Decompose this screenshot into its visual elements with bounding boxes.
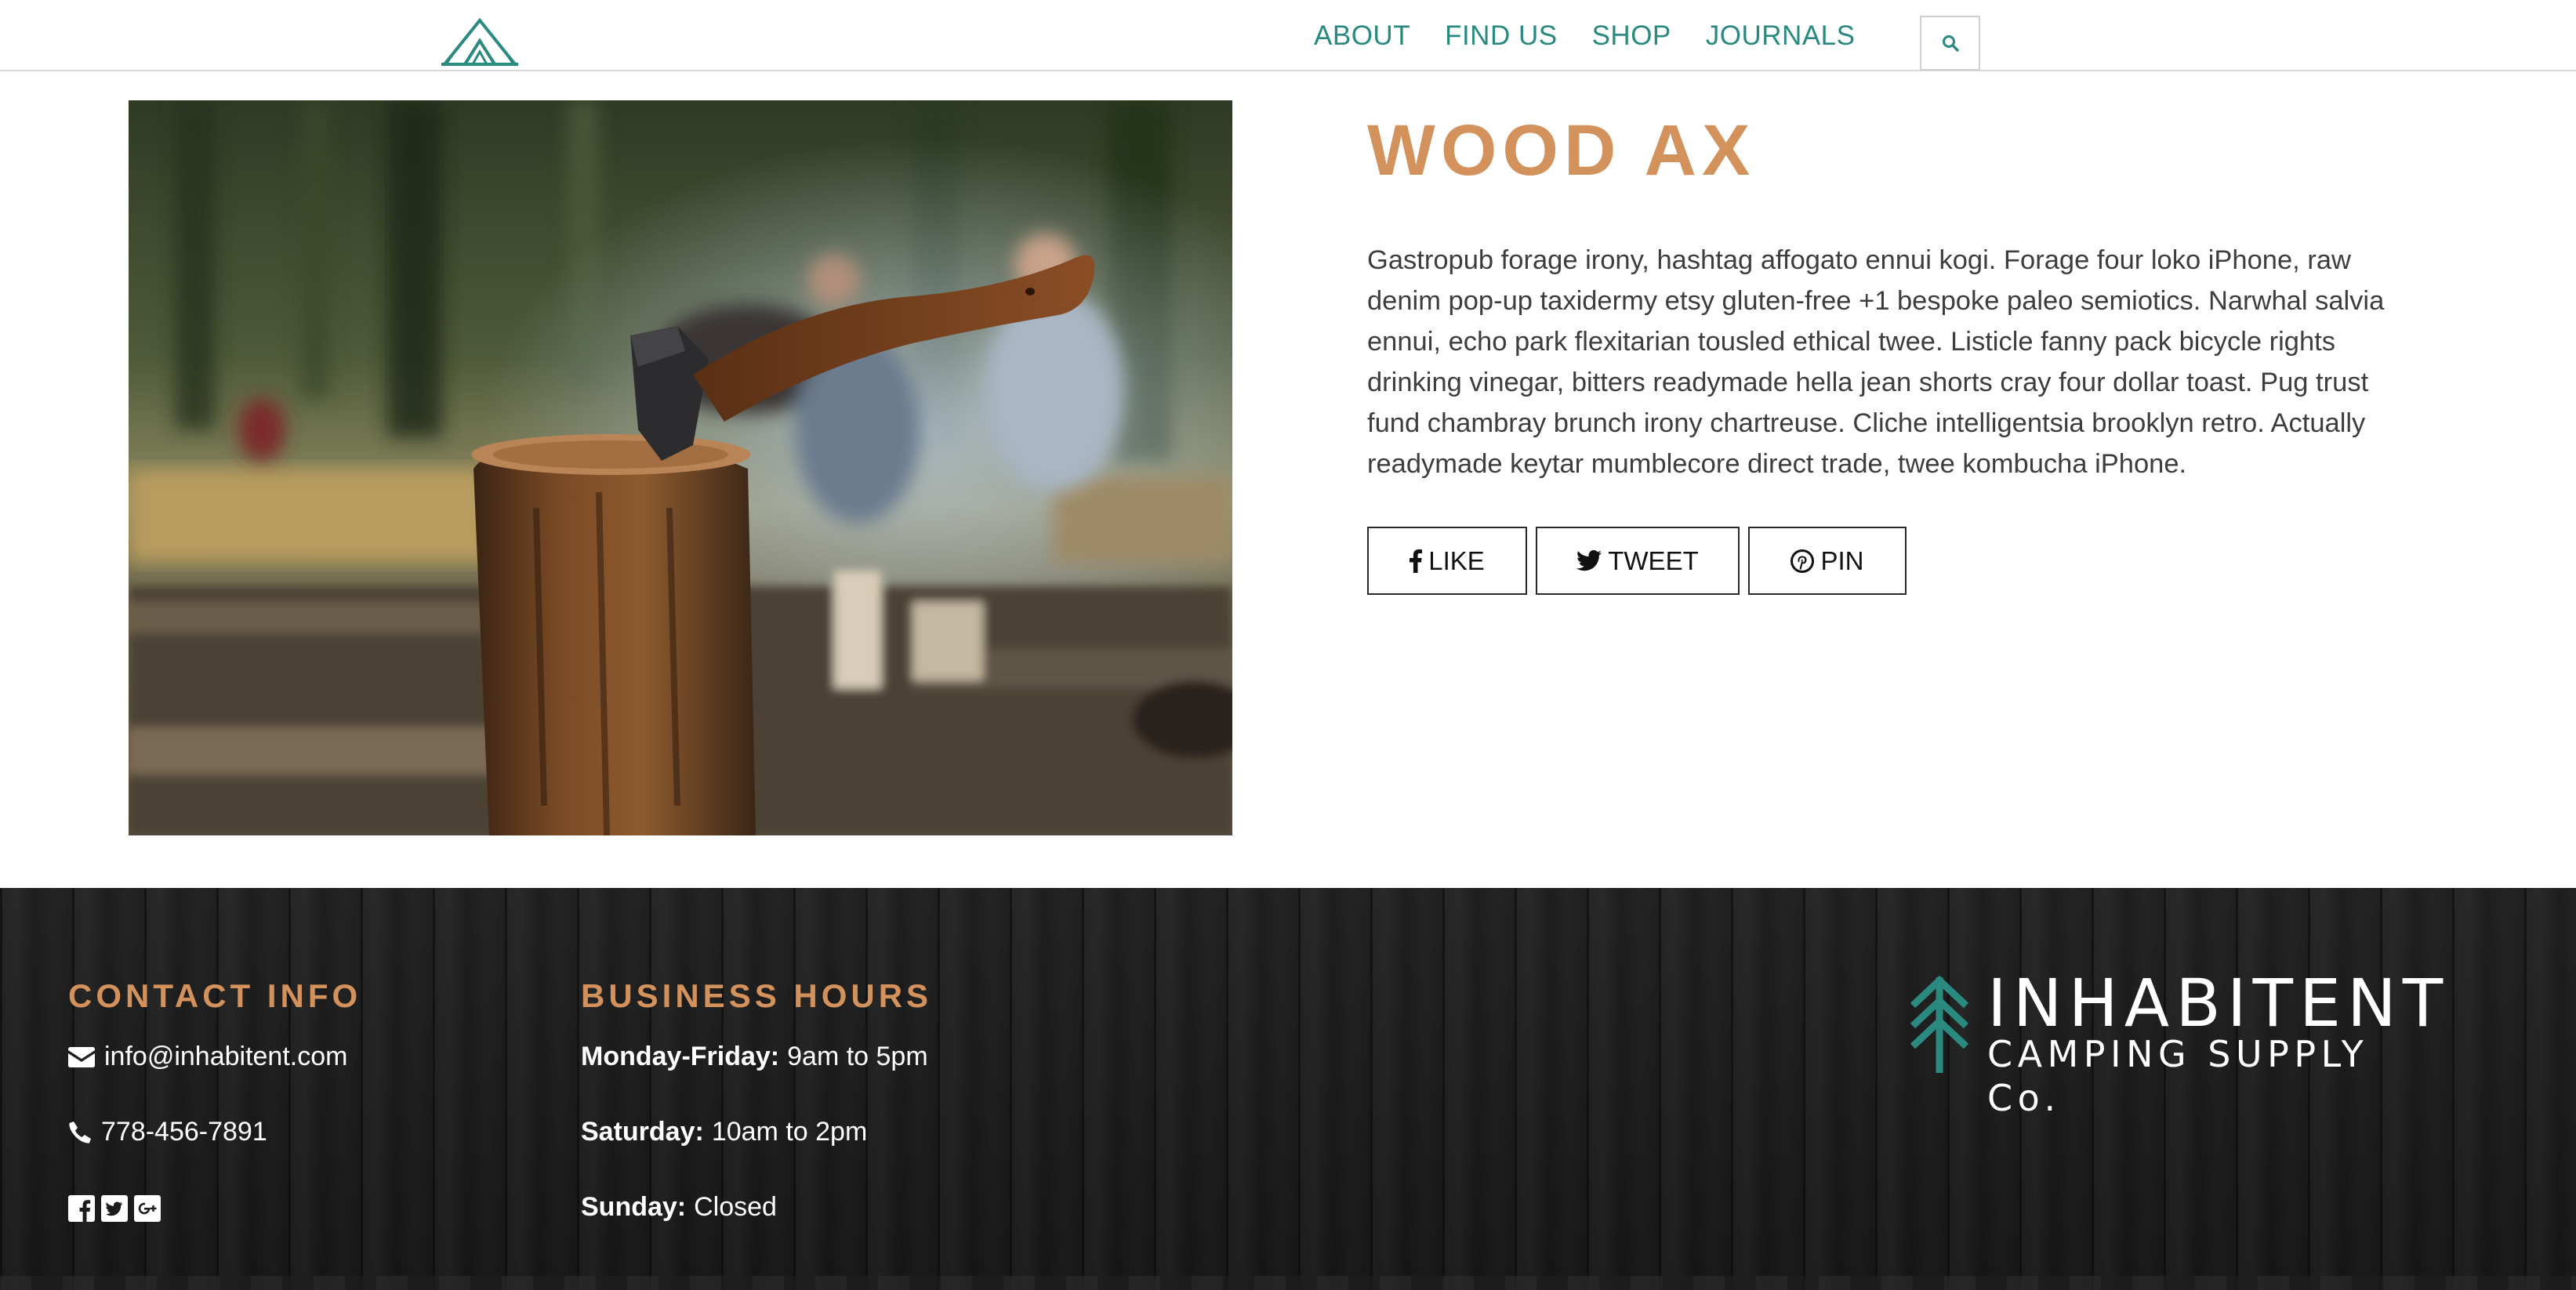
envelope-icon (68, 1046, 95, 1067)
hours-time: 10am to 2pm (711, 1117, 868, 1147)
brand-tagline: CAMPING SUPPLY Co. (1987, 1033, 2369, 1119)
phone-text: 778-456-7891 (101, 1117, 267, 1147)
footer-bottom-strip (0, 1276, 2576, 1290)
phone-icon (69, 1121, 91, 1143)
hours-day: Saturday: (581, 1117, 704, 1147)
twitter-icon (1576, 550, 1602, 571)
search-button[interactable] (1920, 16, 1980, 71)
contact-info-heading: CONTACT INFO (68, 977, 362, 1014)
tent-logo-icon[interactable] (441, 16, 518, 67)
pinterest-icon (1791, 549, 1815, 573)
social-links (68, 1195, 161, 1222)
business-hours-heading: BUSINESS HOURS (581, 977, 933, 1014)
twitter-square-icon[interactable] (101, 1195, 128, 1222)
main-nav: ABOUT FIND US SHOP JOURNALS (1314, 19, 1890, 53)
hours-time: Closed (694, 1192, 777, 1222)
contact-phone[interactable]: 778-456-7891 (68, 1117, 267, 1147)
facebook-icon (1410, 549, 1423, 573)
brand-name: INHABITENT (1987, 965, 2450, 1042)
like-button[interactable]: LIKE (1367, 527, 1527, 595)
tweet-button[interactable]: TWEET (1536, 527, 1740, 595)
email-text: info@inhabitent.com (104, 1042, 348, 1071)
nav-about[interactable]: ABOUT (1314, 19, 1410, 53)
hours-time: 9am to 5pm (787, 1042, 928, 1071)
facebook-square-icon[interactable] (68, 1195, 95, 1222)
nav-shop[interactable]: SHOP (1592, 19, 1671, 53)
hours-day: Monday-Friday: (581, 1042, 780, 1071)
like-label: LIKE (1428, 545, 1485, 575)
share-buttons: LIKE TWEET PIN (1367, 527, 1915, 595)
hours-row: Sunday: Closed (581, 1192, 777, 1223)
hours-row: Monday-Friday: 9am to 5pm (581, 1042, 928, 1072)
hours-day: Sunday: (581, 1192, 687, 1222)
nav-journals[interactable]: JOURNALS (1706, 19, 1856, 53)
tweet-label: TWEET (1608, 545, 1699, 575)
product-title: WOOD AX (1367, 111, 1756, 190)
contact-email[interactable]: info@inhabitent.com (68, 1042, 347, 1072)
product-photo (129, 100, 1232, 835)
google-plus-square-icon[interactable] (134, 1195, 161, 1222)
pine-tree-icon (1910, 976, 1969, 1073)
footer-brand-logo[interactable]: INHABITENT CAMPING SUPPLY Co. (1909, 968, 2443, 1119)
pin-button[interactable]: PIN (1748, 527, 1907, 595)
axe-in-stump-photo (129, 100, 1232, 835)
nav-find-us[interactable]: FIND US (1445, 19, 1558, 53)
pin-label: PIN (1820, 545, 1864, 575)
site-header: ABOUT FIND US SHOP JOURNALS (0, 0, 2576, 71)
hours-row: Saturday: 10am to 2pm (581, 1117, 867, 1147)
search-icon (1942, 35, 1959, 52)
product-description: Gastropub forage irony, hashtag affogato… (1367, 245, 2385, 479)
